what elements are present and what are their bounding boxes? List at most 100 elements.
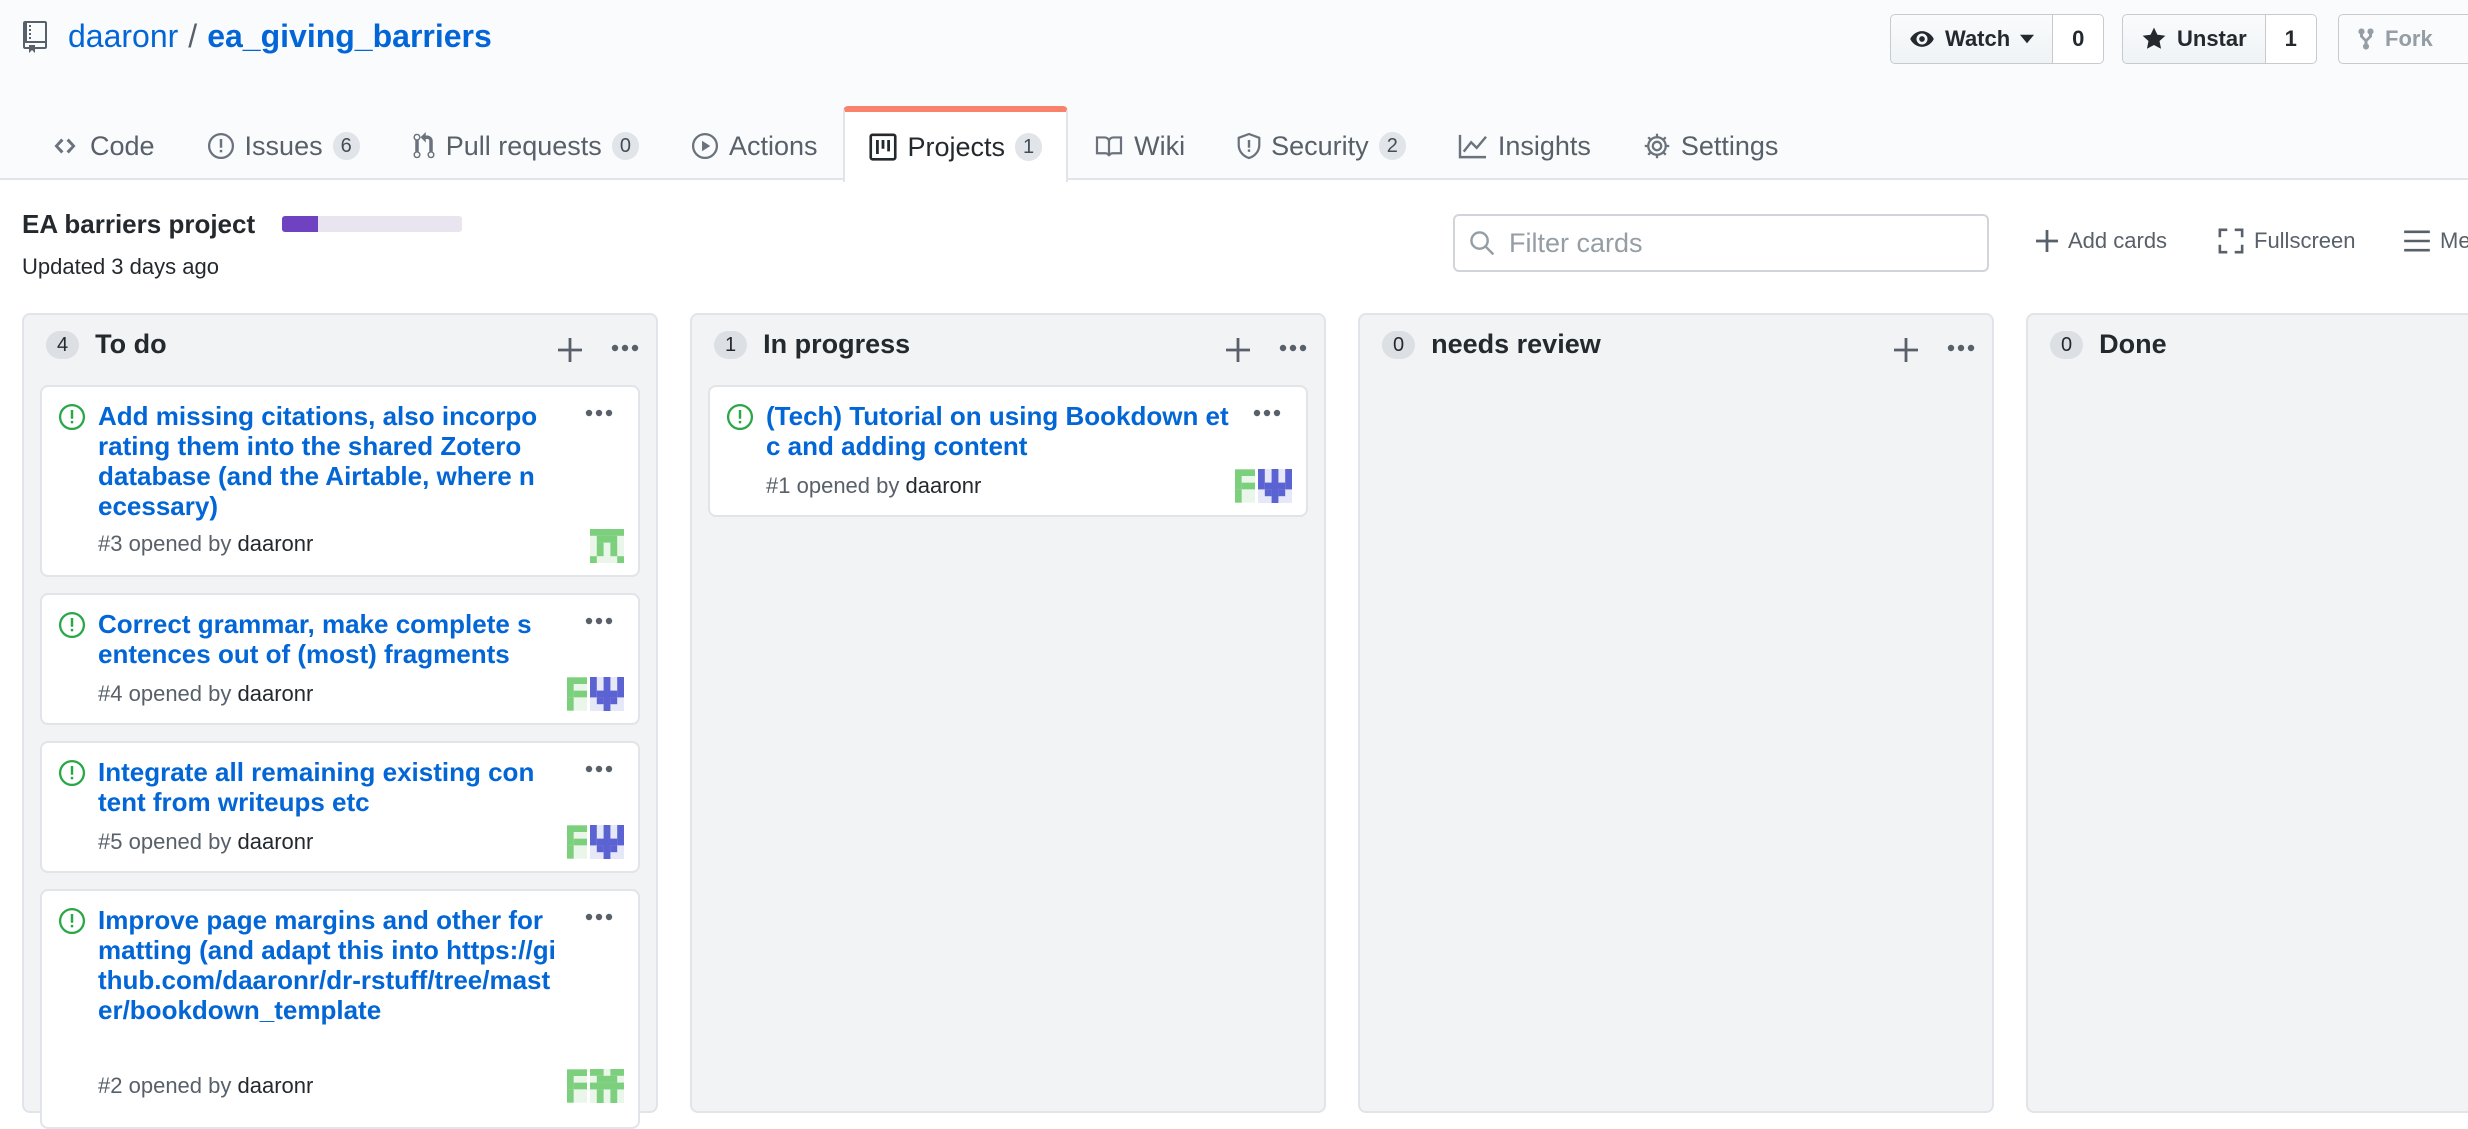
assignee-avatars (1235, 469, 1292, 503)
repo-nav-tabs: Code Issues 6 Pull requests 0 Actions Pr… (24, 106, 1805, 182)
open-issue-icon (58, 403, 86, 431)
issue-card[interactable]: (Tech) Tutorial on using Bookdown etc an… (708, 385, 1308, 517)
issue-card[interactable]: Improve page margins and other formattin… (40, 889, 640, 1129)
project-progress-bar (282, 216, 462, 232)
issue-number: #5 (98, 829, 123, 854)
issue-card[interactable]: Integrate all remaining existing content… (40, 741, 640, 873)
assignee-avatars (590, 529, 624, 563)
avatar[interactable] (567, 677, 587, 711)
issue-card-title[interactable]: Correct grammar, make complete sentences… (98, 609, 538, 669)
card-menu-button[interactable] (584, 759, 614, 784)
repo-header: daaronr / ea_giving_barriers Watch 0 Uns… (0, 0, 2468, 182)
tab-counter: 0 (611, 132, 639, 160)
column-menu-button[interactable] (1946, 333, 1976, 368)
repo-owner-link[interactable]: daaronr (68, 18, 178, 55)
column-menu-button[interactable] (610, 333, 640, 368)
tab-counter: 2 (1378, 132, 1406, 160)
unstar-button[interactable]: Unstar (2122, 14, 2266, 64)
issue-card-meta: #1 opened by daaronr (766, 473, 981, 499)
issue-number: #2 (98, 1073, 123, 1098)
avatar[interactable] (1258, 469, 1292, 503)
tab-counter: 1 (1015, 133, 1043, 161)
fullscreen-button[interactable]: Fullscreen (2218, 228, 2355, 254)
tab-label: Security (1271, 130, 1369, 161)
issue-card-meta: #5 opened by daaronr (98, 829, 313, 855)
issue-card-title[interactable]: Improve page margins and other formattin… (98, 905, 558, 1025)
issue-card[interactable]: Correct grammar, make complete sentences… (40, 593, 640, 725)
add-card-button[interactable] (558, 335, 582, 365)
column-name[interactable]: Done (2099, 329, 2167, 360)
progress-fill (282, 216, 318, 232)
issue-icon (207, 132, 234, 160)
filter-cards-input[interactable] (1507, 226, 1971, 260)
open-issue-icon (58, 907, 86, 935)
tab-actions[interactable]: Actions (665, 110, 844, 180)
project-name[interactable]: EA barriers project (22, 209, 255, 240)
plus-icon (1226, 338, 1250, 362)
tab-insights[interactable]: Insights (1432, 110, 1617, 180)
column-card-count: 0 (2050, 330, 2084, 359)
card-menu-button[interactable] (584, 403, 614, 428)
tab-label: Issues (244, 130, 323, 161)
card-menu-button[interactable] (584, 611, 614, 636)
project-updated-text: Updated 3 days ago (22, 254, 219, 279)
avatar[interactable] (590, 677, 624, 711)
tab-code[interactable]: Code (24, 110, 181, 180)
column-card-count: 4 (46, 330, 80, 359)
play-icon (691, 132, 718, 160)
column-card-count: 1 (714, 330, 748, 359)
repo-title: daaronr / ea_giving_barriers (22, 18, 492, 55)
column-name[interactable]: In progress (763, 329, 910, 360)
tab-pull-requests[interactable]: Pull requests 0 (386, 110, 665, 180)
issue-opened-by: opened by (128, 531, 232, 556)
tab-projects[interactable]: Projects 1 (843, 106, 1069, 182)
issue-card[interactable]: Add missing citations, also incorporatin… (40, 385, 640, 577)
tab-label: Projects (907, 131, 1006, 162)
issue-author-link[interactable]: daaronr (238, 829, 314, 854)
add-cards-button[interactable]: Add cards (2036, 228, 2167, 254)
star-count[interactable]: 1 (2265, 14, 2317, 64)
card-menu-button[interactable] (584, 907, 614, 932)
tab-wiki[interactable]: Wiki (1068, 110, 1211, 180)
issue-card-title[interactable]: (Tech) Tutorial on using Bookdown etc an… (766, 401, 1236, 461)
issue-author-link[interactable]: daaronr (238, 1073, 314, 1098)
column-name[interactable]: needs review (1431, 329, 1601, 360)
avatar[interactable] (1235, 469, 1255, 503)
column-done: 0 Done (2026, 313, 2468, 1113)
tab-issues[interactable]: Issues 6 (181, 110, 386, 180)
card-menu-button[interactable] (1252, 403, 1282, 428)
avatar[interactable] (590, 825, 624, 859)
issue-card-meta: #3 opened by daaronr (98, 531, 313, 557)
tab-security[interactable]: Security 2 (1211, 110, 1432, 180)
issue-author-link[interactable]: daaronr (238, 681, 314, 706)
column-menu-button[interactable] (1278, 333, 1308, 368)
tab-settings[interactable]: Settings (1617, 110, 1805, 180)
kebab-horizontal-icon (1279, 344, 1307, 352)
issue-card-title[interactable]: Add missing citations, also incorporatin… (98, 401, 538, 521)
issue-opened-by: opened by (128, 681, 232, 706)
kebab-horizontal-icon (1253, 409, 1281, 417)
watch-button[interactable]: Watch (1890, 14, 2054, 64)
issue-author-link[interactable]: daaronr (238, 531, 314, 556)
issue-author-link[interactable]: daaronr (906, 473, 982, 498)
avatar[interactable] (590, 529, 624, 563)
add-card-button[interactable] (1894, 335, 1918, 365)
tab-label: Actions (728, 130, 818, 161)
fork-icon (2358, 28, 2374, 50)
watch-count[interactable]: 0 (2053, 14, 2105, 64)
repo-name-link[interactable]: ea_giving_barriers (207, 18, 492, 55)
fork-button[interactable]: Fork (2338, 14, 2468, 64)
column-name[interactable]: To do (95, 329, 166, 360)
menu-label: Menu (2440, 228, 2468, 253)
menu-button[interactable]: Menu (2404, 228, 2468, 254)
filter-cards-field[interactable] (1453, 214, 1989, 272)
plus-icon (1894, 338, 1918, 362)
tab-label: Pull requests (445, 130, 602, 161)
kebab-horizontal-icon (585, 617, 613, 625)
issue-card-title[interactable]: Integrate all remaining existing content… (98, 757, 538, 817)
open-issue-icon (58, 611, 86, 639)
kebab-horizontal-icon (611, 344, 639, 352)
column-header: 4 To do (46, 329, 167, 360)
add-card-button[interactable] (1226, 335, 1250, 365)
avatar[interactable] (567, 825, 587, 859)
